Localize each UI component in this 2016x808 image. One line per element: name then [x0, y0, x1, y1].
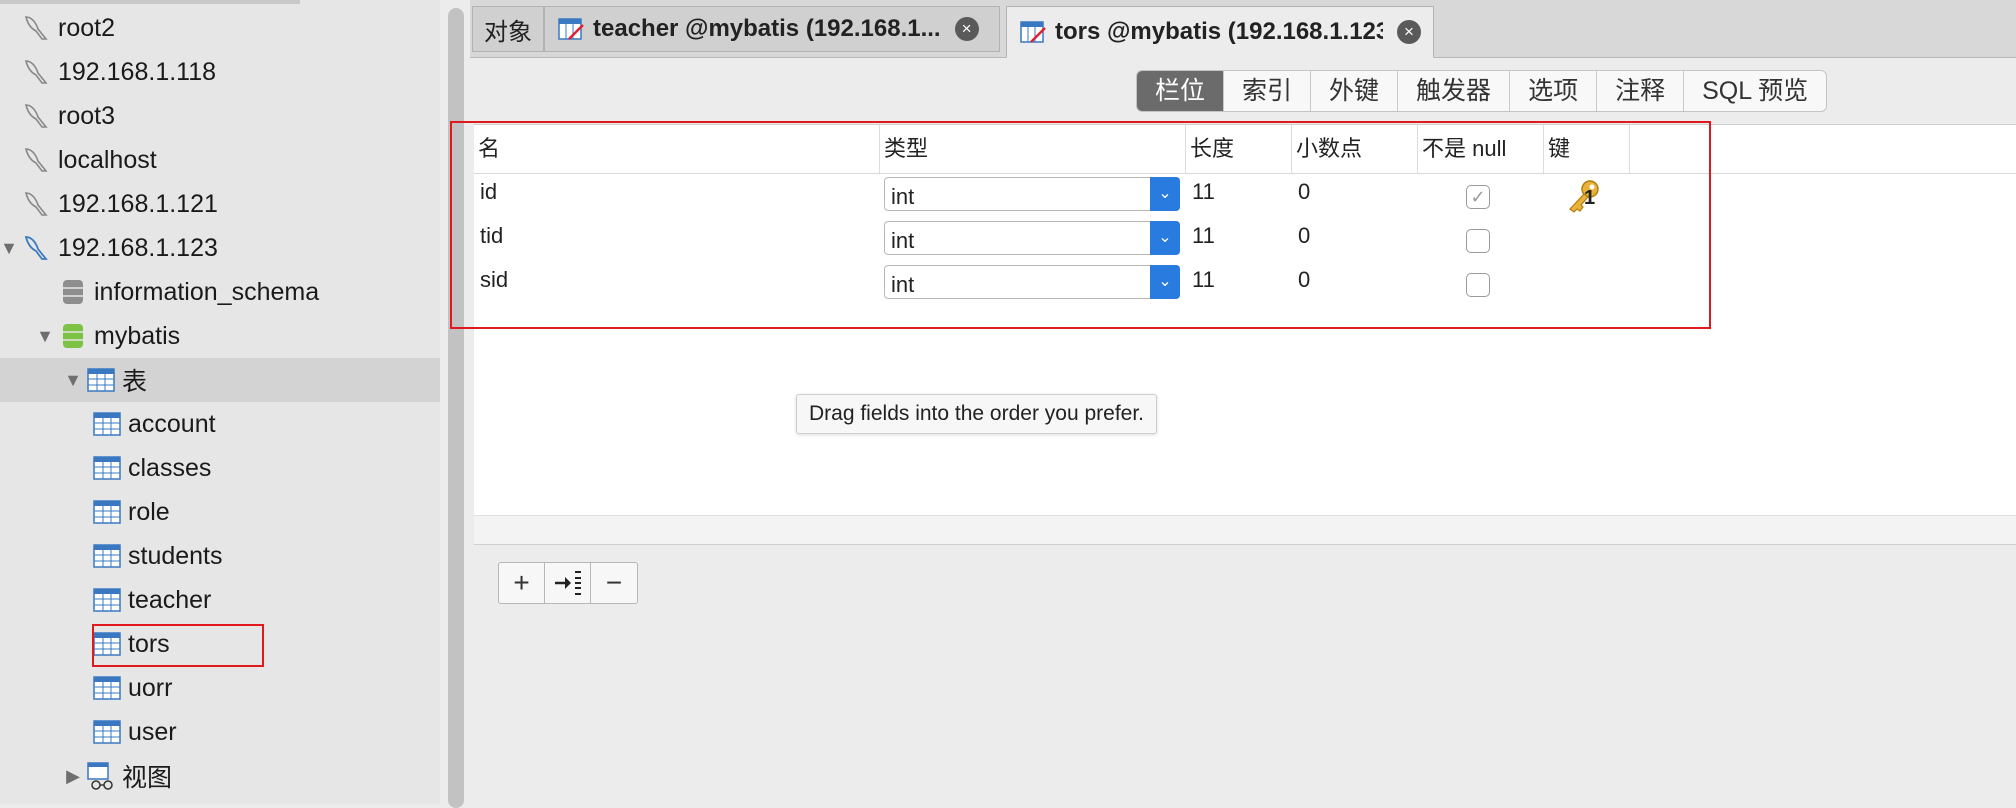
database-icon	[63, 280, 83, 304]
table-icon	[93, 412, 121, 436]
table-edit-icon	[1020, 21, 1046, 43]
tab-label: 对象	[484, 18, 532, 46]
dolphin-icon	[24, 148, 48, 172]
tab-objects[interactable]: 对象	[472, 6, 544, 52]
navigator-sidebar: root2 192.168.1.118 root3 localhost 192.…	[0, 0, 440, 804]
connection-item-192-168-1-118[interactable]: 192.168.1.118	[0, 50, 440, 94]
database-item-mybatis[interactable]: ▼ mybatis	[0, 314, 440, 358]
dolphin-icon	[24, 104, 48, 128]
connection-label: 192.168.1.123	[58, 233, 218, 262]
grid-footer-strip	[474, 515, 2016, 545]
connection-label: 192.168.1.118	[58, 57, 217, 86]
table-icon	[87, 368, 115, 392]
table-item-classes[interactable]: classes	[0, 446, 440, 490]
connection-label: root2	[58, 13, 115, 42]
table-item-students[interactable]: students	[0, 534, 440, 578]
table-icon	[93, 544, 121, 568]
table-item-uorr[interactable]: uorr	[0, 666, 440, 710]
table-icon	[93, 588, 121, 612]
expand-arrow-icon[interactable]: ▼	[0, 238, 18, 259]
table-item-account[interactable]: account	[0, 402, 440, 446]
expand-arrow-icon[interactable]: ▼	[64, 370, 82, 391]
tab-tors[interactable]: tors @mybatis (192.168.1.123) ×	[1006, 6, 1434, 58]
tables-group[interactable]: ▼ 表	[0, 358, 440, 402]
segment-sql-preview[interactable]: SQL 预览	[1684, 71, 1826, 111]
segment-options[interactable]: 选项	[1510, 71, 1598, 111]
table-icon	[93, 676, 121, 700]
dolphin-icon	[24, 236, 48, 260]
dolphin-icon	[24, 16, 48, 40]
table-icon	[93, 500, 121, 524]
drag-hint-tooltip: Drag fields into the order you prefer.	[796, 394, 1158, 434]
segment-fields[interactable]: 栏位	[1137, 71, 1225, 111]
tab-bar: 对象 teacher @mybatis (192.168.1... × tors…	[470, 0, 2016, 58]
connection-item-root3[interactable]: root3	[0, 94, 440, 138]
table-item-role[interactable]: role	[0, 490, 440, 534]
table-edit-icon	[558, 18, 584, 40]
table-label: classes	[128, 453, 212, 482]
dolphin-icon	[24, 60, 48, 84]
field-grid-highlight	[450, 121, 1711, 329]
database-label: information_schema	[94, 277, 320, 306]
table-label: students	[128, 541, 223, 570]
tab-label: tors @mybatis (192.168.1.123)	[1055, 18, 1383, 45]
views-group-label: 视图	[122, 764, 173, 792]
add-field-button[interactable]: +	[499, 563, 545, 603]
segment-triggers[interactable]: 触发器	[1398, 71, 1511, 111]
tab-teacher[interactable]: teacher @mybatis (192.168.1... ×	[544, 6, 1000, 52]
views-group[interactable]: ▶ 视图	[0, 754, 440, 798]
collapse-arrow-icon[interactable]: ▶	[64, 766, 82, 787]
connection-item-192-168-1-123[interactable]: ▼ 192.168.1.123	[0, 226, 440, 270]
insert-field-button[interactable]	[545, 563, 591, 603]
table-icon	[93, 720, 121, 744]
table-label: teacher	[128, 585, 212, 614]
connection-label: root3	[58, 101, 115, 130]
table-icon	[93, 456, 121, 480]
close-tab-icon[interactable]: ×	[954, 17, 979, 41]
connection-item-localhost[interactable]: localhost	[0, 138, 440, 182]
sidebar-top-line	[0, 0, 300, 4]
table-label: uorr	[128, 673, 173, 702]
expand-arrow-icon[interactable]: ▼	[36, 326, 54, 347]
table-item-teacher[interactable]: teacher	[0, 578, 440, 622]
dolphin-icon	[24, 192, 48, 216]
insert-field-icon	[554, 571, 581, 595]
table-item-user[interactable]: user	[0, 710, 440, 754]
database-icon	[63, 324, 83, 348]
connection-item-192-168-1-121[interactable]: 192.168.1.121	[0, 182, 440, 226]
segment-indexes[interactable]: 索引	[1224, 71, 1312, 111]
field-action-buttons: + −	[498, 562, 638, 604]
segment-comment[interactable]: 注释	[1597, 71, 1685, 111]
tab-label: teacher @mybatis (192.168.1...	[593, 15, 941, 42]
table-label: role	[128, 497, 170, 526]
table-label: account	[128, 409, 216, 438]
designer-segmented-control: 栏位 索引 外键 触发器 选项 注释 SQL 预览	[1136, 70, 1828, 112]
remove-field-button[interactable]: −	[591, 563, 637, 603]
segment-foreign-keys[interactable]: 外键	[1311, 71, 1399, 111]
connection-item-root2[interactable]: root2	[0, 6, 440, 50]
connection-label: 192.168.1.121	[58, 189, 218, 218]
close-tab-icon[interactable]: ×	[1397, 20, 1421, 44]
connection-label: localhost	[58, 145, 157, 174]
table-label: user	[128, 717, 177, 746]
tables-group-label: 表	[122, 368, 148, 396]
selected-table-highlight	[92, 624, 264, 667]
database-item-information-schema[interactable]: information_schema	[0, 270, 440, 314]
view-icon	[87, 762, 113, 790]
database-label: mybatis	[94, 321, 181, 350]
